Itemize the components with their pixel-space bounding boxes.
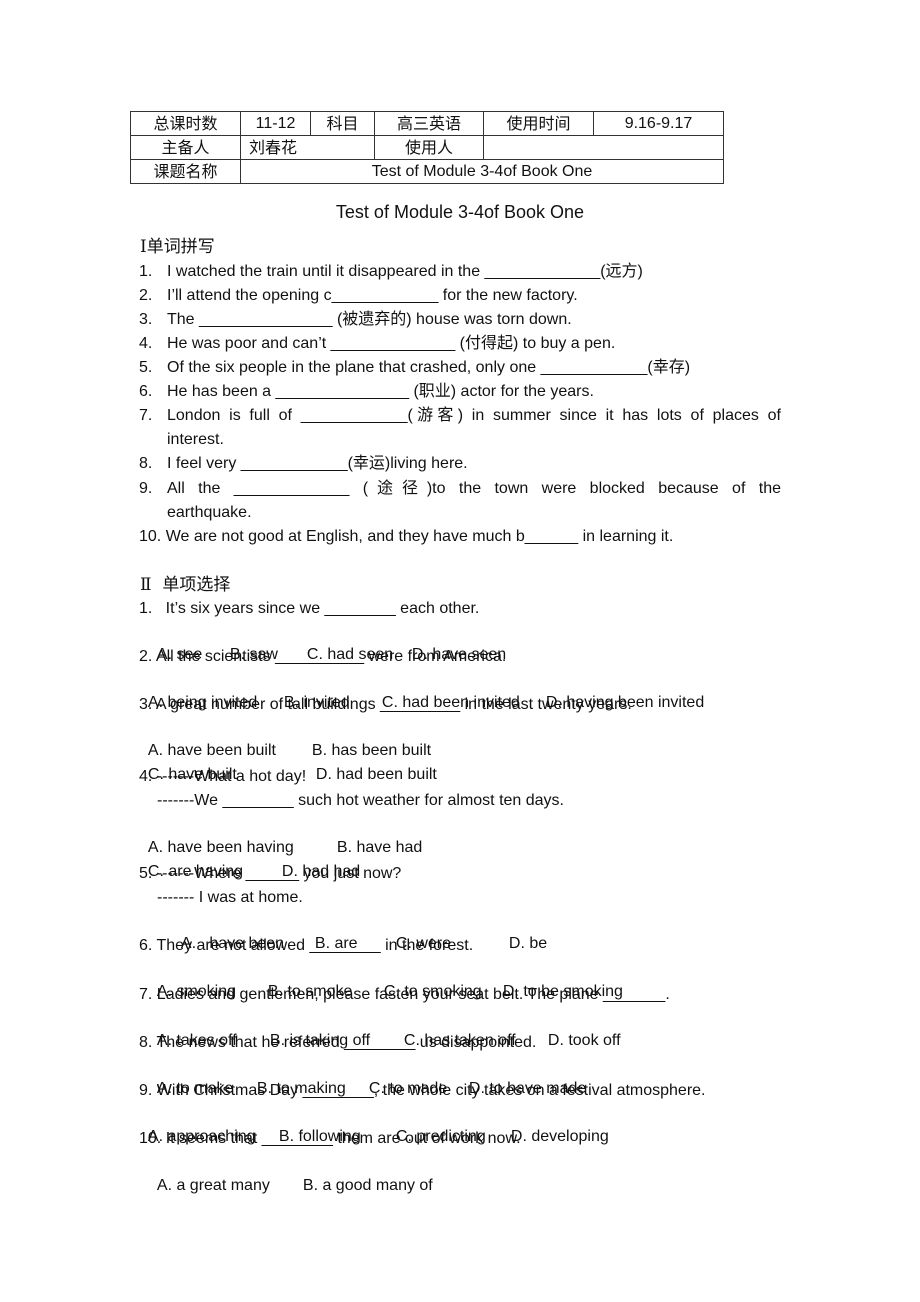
lesson-info-table: 总课时数 11-12 科目 高三英语 使用时间 9.16-9.17 主备人 刘春… — [130, 111, 724, 184]
question-stem: 5. -------Where ______ you just now? — [139, 865, 402, 882]
question-stem: 9. With Christmas Day ________, the whol… — [139, 1082, 706, 1099]
item-text: Of the six people in the plane that cras… — [167, 359, 691, 376]
item-number: 10. — [139, 528, 162, 545]
topic-label: 课题名称 — [130, 159, 241, 184]
item-text: He has been a _______________ (职业) actor… — [167, 383, 594, 400]
subject-label: 科目 — [310, 111, 375, 136]
topic-value: Test of Module 3-4of Book One — [240, 159, 724, 184]
item-number: 5. — [139, 359, 153, 376]
option-d: D. developing — [510, 1128, 609, 1145]
item-text: The _______________ (被遗弃的) house was tor… — [167, 311, 572, 328]
question-stem: 2. All the scientists __________ were fr… — [139, 648, 507, 665]
item-number: 4. — [139, 335, 153, 352]
item-number: 7. — [139, 407, 153, 424]
spelling-item: 7. — [139, 405, 167, 427]
user-value — [483, 135, 724, 160]
question-stem: 8. The news that he referred ________ us… — [139, 1034, 537, 1051]
info-row-2: 主备人 刘春花 使用人 — [130, 135, 724, 160]
item-text: London is full of ____________(游客) in su… — [167, 407, 781, 424]
user-label: 使用人 — [374, 135, 484, 160]
spelling-item: 10. We are not good at English, and they… — [139, 526, 673, 548]
spelling-item: 6. He has been a _______________ (职业) act… — [139, 381, 594, 403]
document-title: Test of Module 3-4of Book One — [335, 202, 585, 222]
option-b: B. a good many of — [302, 1177, 433, 1194]
info-row-3: 课题名称 Test of Module 3-4of Book One — [130, 159, 724, 184]
use-time-label: 使用时间 — [483, 111, 594, 136]
option-d: D. be — [508, 935, 548, 952]
spelling-item: 8. I feel very ____________(幸运)living her… — [139, 453, 468, 475]
total-hours-value: 11-12 — [240, 111, 311, 136]
spelling-item: 2. I’ll attend the opening c____________ … — [139, 285, 578, 307]
question-options: A. a great many B. a good many of — [148, 1153, 433, 1197]
spelling-item: 3. The _______________ (被遗弃的) house was t… — [139, 309, 572, 331]
item-text: I’ll attend the opening c____________ fo… — [167, 287, 578, 304]
question-stem: 4. -------What a hot day! — [139, 768, 307, 785]
item-number: 3. — [139, 311, 153, 328]
question-stem: 10. It seems that ________ them are out … — [139, 1130, 521, 1147]
preparer-value: 刘春花 — [240, 135, 375, 160]
question-stem: 6. They are not allowed ________ in the … — [139, 937, 474, 954]
section1-heading: Ⅰ单词拼写 — [140, 237, 215, 257]
item-number: 8. — [139, 455, 153, 472]
subject-value: 高三英语 — [374, 111, 484, 136]
item-text-continued: interest. — [167, 431, 224, 448]
spelling-item: 9. — [139, 478, 167, 500]
total-hours-label: 总课时数 — [130, 111, 241, 136]
item-number: 9. — [139, 480, 153, 497]
preparer-label: 主备人 — [130, 135, 241, 160]
use-time-value: 9.16-9.17 — [593, 111, 724, 136]
question-stem: 3. A great number of tall buildings ____… — [139, 696, 632, 713]
spelling-item: 1. I watched the train until it disappear… — [139, 261, 643, 283]
item-text: He was poor and can’t ______________ (付得… — [167, 335, 616, 352]
question-stem-reply: -------We ________ such hot weather for … — [157, 792, 564, 809]
question-stem: 1. It’s six years since we ________ each… — [139, 600, 480, 617]
item-text: We are not good at English, and they hav… — [165, 528, 674, 545]
item-text: I watched the train until it disappeared… — [167, 263, 643, 280]
info-row-1: 总课时数 11-12 科目 高三英语 使用时间 9.16-9.17 — [130, 111, 724, 136]
spelling-item: 5. Of the six people in the plane that cr… — [139, 357, 690, 379]
item-number: 2. — [139, 287, 153, 304]
section2-heading: Ⅱ 单项选择 — [140, 575, 231, 595]
spelling-item: 4. He was poor and can’t ______________ (… — [139, 333, 615, 355]
item-text-continued: earthquake. — [167, 504, 252, 521]
option-a: A. a great many — [156, 1177, 270, 1194]
question-stem-reply: ------- I was at home. — [157, 889, 303, 906]
item-text: All the _____________ (途径)to the town we… — [167, 480, 781, 497]
item-number: 1. — [139, 263, 153, 280]
item-number: 6. — [139, 383, 153, 400]
item-text: I feel very ____________(幸运)living here. — [167, 455, 468, 472]
option-d: D. had been built — [315, 766, 437, 783]
option-d: D. took off — [547, 1032, 621, 1049]
question-stem: 7. Ladies and gentlemen, please fasten y… — [139, 986, 670, 1003]
